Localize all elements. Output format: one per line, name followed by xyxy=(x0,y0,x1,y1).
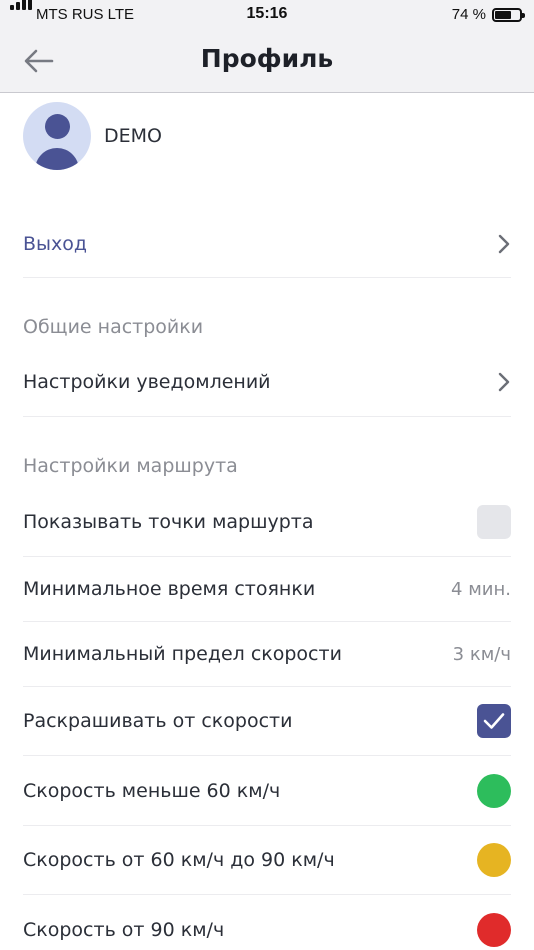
speed-color-label: Скорость от 60 км/ч до 90 км/ч xyxy=(23,849,335,871)
min-stop-time-row[interactable]: Минимальное время стоянки 4 мин. xyxy=(23,569,511,609)
divider xyxy=(23,755,511,756)
show-route-points-checkbox[interactable] xyxy=(477,505,511,539)
divider xyxy=(23,894,511,895)
speed-color-row-mid[interactable]: Скорость от 60 км/ч до 90 км/ч xyxy=(23,840,511,880)
profile-name: DEMO xyxy=(104,125,162,147)
min-stop-time-label: Минимальное время стоянки xyxy=(23,578,316,600)
speed-color-label: Скорость меньше 60 км/ч xyxy=(23,780,281,802)
divider xyxy=(23,825,511,826)
divider xyxy=(23,277,511,278)
show-route-points-label: Показывать точки маршурта xyxy=(23,511,314,533)
min-speed-limit-value[interactable]: 3 км/ч xyxy=(453,644,511,665)
speed-color-row-high[interactable]: Скорость от 90 км/ч xyxy=(23,910,511,950)
divider xyxy=(23,416,511,417)
notification-settings-label: Настройки уведомлений xyxy=(23,371,271,393)
profile-header: DEMO xyxy=(23,102,162,170)
user-avatar-icon xyxy=(23,102,91,170)
checkmark-icon xyxy=(483,713,505,729)
divider xyxy=(23,686,511,687)
color-by-speed-row[interactable]: Раскрашивать от скорости xyxy=(23,701,511,741)
section-header-general: Общие настройки xyxy=(23,316,204,338)
battery-percent: 74 % xyxy=(451,6,486,23)
min-stop-time-value[interactable]: 4 мин. xyxy=(451,579,511,600)
page-title: Профиль xyxy=(200,44,334,73)
chevron-right-icon xyxy=(498,372,510,392)
divider xyxy=(23,556,511,557)
color-by-speed-label: Раскрашивать от скорости xyxy=(23,710,293,732)
section-header-route: Настройки маршрута xyxy=(23,455,238,477)
chevron-right-icon xyxy=(498,234,510,254)
status-bar: MTS RUS LTE 15:16 74 % xyxy=(0,0,534,32)
speed-color-row-low[interactable]: Скорость меньше 60 км/ч xyxy=(23,771,511,811)
notification-settings-row[interactable]: Настройки уведомлений xyxy=(23,362,511,402)
logout-row[interactable]: Выход xyxy=(23,224,511,264)
show-route-points-row[interactable]: Показывать точки маршурта xyxy=(23,502,511,542)
min-speed-limit-label: Минимальный предел скорости xyxy=(23,643,342,665)
battery-icon xyxy=(492,8,525,22)
speed-color-swatch[interactable] xyxy=(477,843,511,877)
speed-color-swatch[interactable] xyxy=(477,913,511,947)
nav-bar: Профиль xyxy=(0,32,534,93)
divider xyxy=(23,621,511,622)
min-speed-limit-row[interactable]: Минимальный предел скорости 3 км/ч xyxy=(23,634,511,674)
logout-label: Выход xyxy=(23,233,88,255)
color-by-speed-checkbox[interactable] xyxy=(477,704,511,738)
speed-color-label: Скорость от 90 км/ч xyxy=(23,919,225,941)
speed-color-swatch[interactable] xyxy=(477,774,511,808)
